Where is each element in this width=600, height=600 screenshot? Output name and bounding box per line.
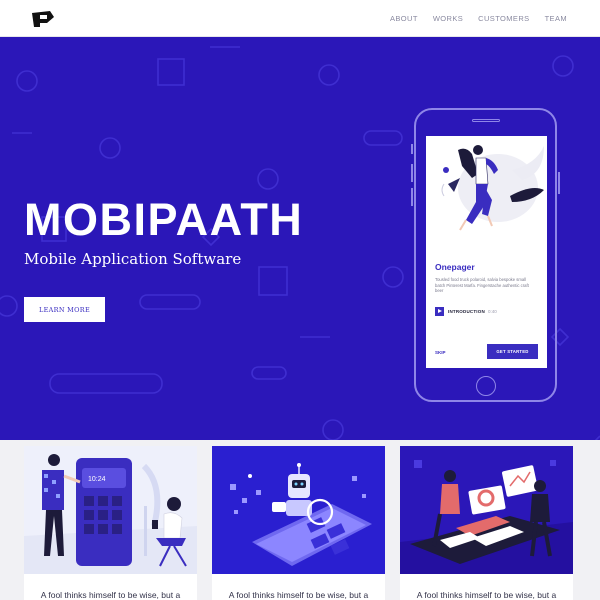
card-illustration-robot <box>212 446 385 574</box>
card-text: A fool thinks himself to be wise, but a <box>416 590 557 600</box>
nav-link-about[interactable]: ABOUT <box>390 14 418 23</box>
hero-section: MOBIPAATH Mobile Application Software LE… <box>0 37 600 440</box>
card-illustration-team <box>400 446 573 574</box>
hero-title: MOBIPAATH <box>24 194 304 245</box>
card-illustration-analytics: 10:24 <box>24 446 197 574</box>
get-started-button[interactable]: GET STARTED <box>487 344 538 359</box>
phone-side-button <box>411 144 413 154</box>
card-text: A fool thinks himself to be wise, but a <box>228 590 369 600</box>
svg-text:10:24: 10:24 <box>88 476 106 483</box>
phone-side-button <box>411 188 413 206</box>
nav-link-works[interactable]: WORKS <box>433 14 463 23</box>
feature-card-1[interactable]: 10:24 A fool thinks himself to be wise, … <box>24 446 197 600</box>
intro-label[interactable]: INTRODUCTION <box>448 309 485 314</box>
card-text: A fool thinks himself to be wise, but a <box>40 590 181 600</box>
top-navbar: ABOUT WORKS CUSTOMERS TEAM <box>0 0 600 37</box>
phone-speaker <box>472 119 500 122</box>
phone-home-button <box>476 376 496 396</box>
main-menu: ABOUT WORKS CUSTOMERS TEAM <box>375 14 567 23</box>
learn-more-button[interactable]: LEARN MORE <box>24 297 105 322</box>
intro-duration: 0:40 <box>488 309 497 314</box>
brand-logo[interactable] <box>31 10 55 28</box>
phone-side-button <box>411 164 413 182</box>
nav-link-customers[interactable]: CUSTOMERS <box>478 14 529 23</box>
hero-subtitle: Mobile Application Software <box>24 250 242 268</box>
onboarding-description: Tousled food truck polaroid, salvia besp… <box>435 277 529 293</box>
phone-screen: Onepager Tousled food truck polaroid, sa… <box>426 136 547 368</box>
onboarding-illustration <box>441 145 544 231</box>
phone-mockup: Onepager Tousled food truck polaroid, sa… <box>411 108 560 402</box>
feature-card-2[interactable]: A fool thinks himself to be wise, but a <box>212 446 385 600</box>
onboarding-title: Onepager <box>435 262 475 272</box>
phone-power-button <box>558 172 560 194</box>
feature-card-3[interactable]: A fool thinks himself to be wise, but a <box>400 446 573 600</box>
play-icon[interactable] <box>435 307 444 316</box>
skip-button[interactable]: SKIP <box>435 350 446 355</box>
nav-link-team[interactable]: TEAM <box>545 14 567 23</box>
